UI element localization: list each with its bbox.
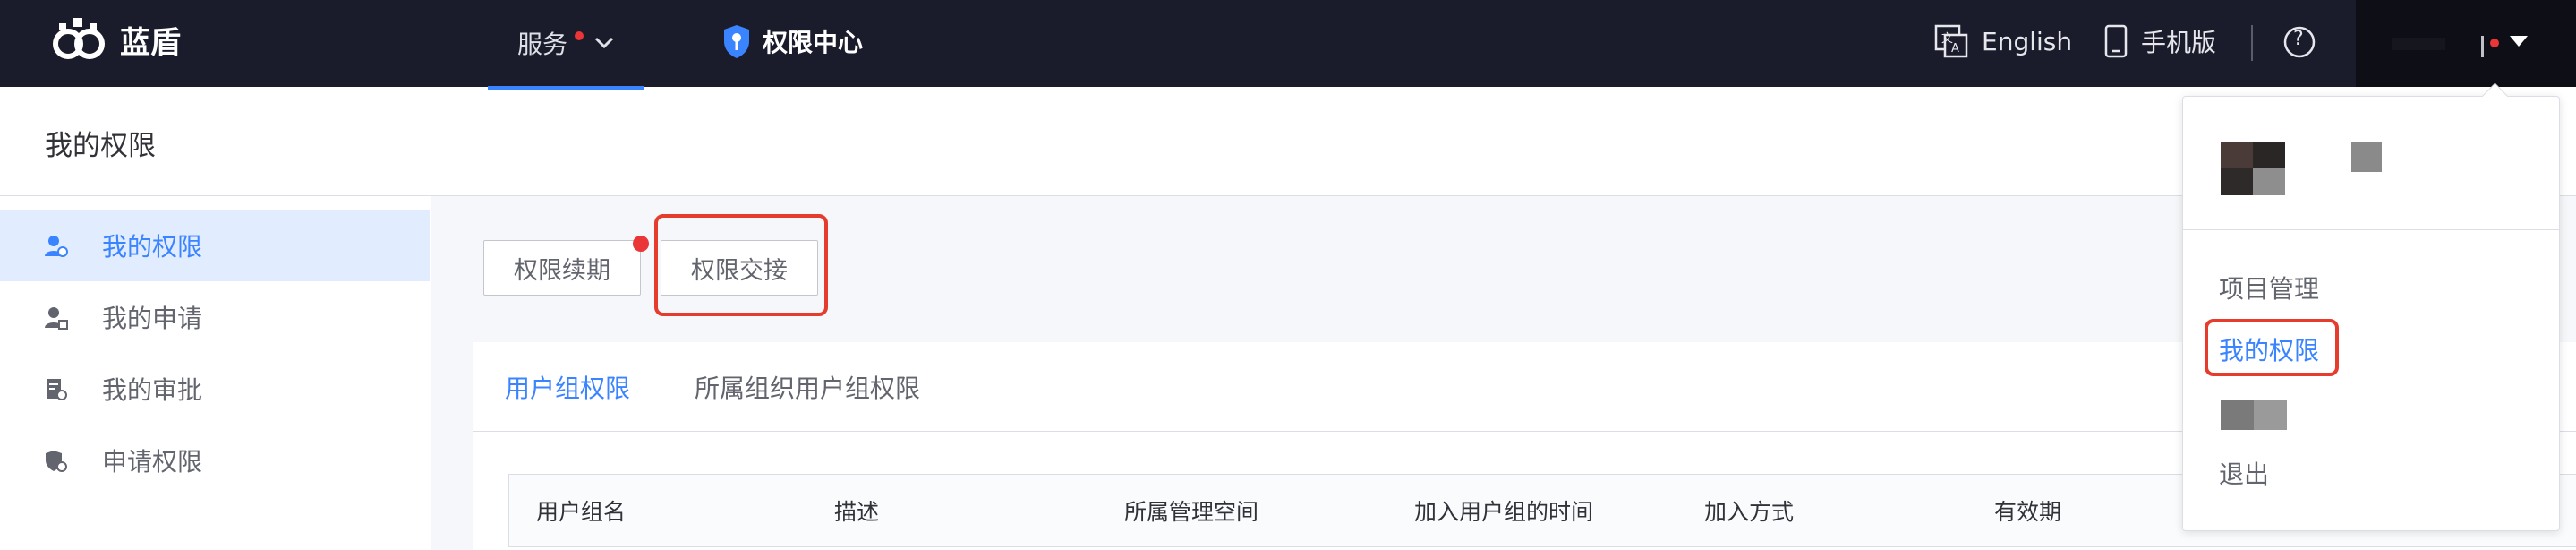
user-menu-trigger[interactable]	[2356, 0, 2576, 87]
chevron-down-icon	[594, 37, 614, 49]
apply-permission-icon	[46, 451, 67, 472]
dropdown-divider	[2183, 229, 2559, 230]
column-header[interactable]: 描述	[834, 494, 879, 527]
sidebar-item-my-approvals[interactable]: 我的审批	[0, 353, 430, 425]
user-dropdown-menu: 项目管理 我的权限 退出	[2182, 82, 2560, 531]
sidebar: 我的权限 我的申请 我的审批 申请权限	[0, 196, 431, 550]
menu-item-project-management[interactable]: 项目管理	[2219, 270, 2319, 305]
page-title: 我的权限	[45, 130, 156, 162]
translate-icon: 文 A	[1934, 24, 1968, 58]
mobile-label: 手机版	[2141, 28, 2217, 57]
username-redacted	[2392, 38, 2445, 50]
logo[interactable]: 蓝盾	[47, 14, 181, 64]
nav-permission-center[interactable]: 权限中心	[721, 23, 863, 59]
handover-permission-button[interactable]: 权限交接	[661, 240, 818, 296]
notification-dot	[2490, 39, 2499, 47]
logo-text: 蓝盾	[120, 24, 181, 61]
help-symbol: ?	[2293, 28, 2304, 50]
notification-dot	[633, 236, 649, 252]
menu-item-redacted	[2221, 400, 2287, 430]
column-header[interactable]: 所属管理空间	[1124, 494, 1258, 527]
sidebar-item-label: 申请权限	[102, 447, 203, 477]
shield-key-icon	[724, 25, 749, 58]
sidebar-item-label: 我的权限	[102, 232, 203, 262]
column-header[interactable]: 有效期	[1994, 494, 2061, 527]
cloud-logo-icon	[53, 18, 105, 59]
svg-text:A: A	[1951, 42, 1959, 56]
sidebar-item-apply-permission[interactable]: 申请权限	[0, 425, 430, 496]
user-info-redacted	[2351, 142, 2382, 172]
sidebar-item-my-permissions[interactable]: 我的权限	[0, 210, 430, 281]
column-header[interactable]: 加入用户组的时间	[1414, 494, 1593, 527]
mobile-phone-icon	[2104, 24, 2128, 58]
nav-service-label: 服务	[517, 30, 568, 59]
sidebar-item-label: 我的申请	[102, 304, 203, 333]
notification-dot	[575, 31, 584, 40]
column-header[interactable]: 加入方式	[1704, 494, 1794, 527]
top-nav: 蓝盾 服务 权限中心 文 A English 手机版 ?	[0, 0, 2576, 87]
column-header[interactable]: 用户组名	[536, 494, 626, 527]
sidebar-item-my-applications[interactable]: 我的申请	[0, 281, 430, 353]
menu-item-logout[interactable]: 退出	[2219, 455, 2269, 491]
tab-org-user-group-permissions[interactable]: 所属组织用户组权限	[695, 369, 920, 405]
user-apply-icon	[45, 307, 68, 330]
active-tab-indicator	[488, 86, 644, 90]
nav-permission-center-label: 权限中心	[763, 28, 864, 57]
language-switch[interactable]: 文 A English	[1933, 23, 2072, 59]
username-fragment	[2481, 36, 2484, 57]
user-permission-icon	[45, 236, 68, 257]
menu-item-my-permissions[interactable]: 我的权限	[2219, 331, 2319, 367]
avatar	[2221, 142, 2285, 195]
nav-divider	[2251, 25, 2253, 61]
nav-service-menu[interactable]: 服务	[517, 25, 614, 61]
caret-down-icon	[2510, 36, 2528, 47]
sidebar-item-label: 我的审批	[102, 375, 203, 405]
renew-permission-button[interactable]: 权限续期	[483, 240, 641, 296]
language-label: English	[1982, 26, 2073, 56]
tab-user-group-permissions[interactable]: 用户组权限	[505, 369, 630, 405]
help-button[interactable]: ?	[2282, 25, 2316, 59]
mobile-version-link[interactable]: 手机版	[2103, 23, 2216, 59]
approval-icon	[47, 379, 67, 400]
